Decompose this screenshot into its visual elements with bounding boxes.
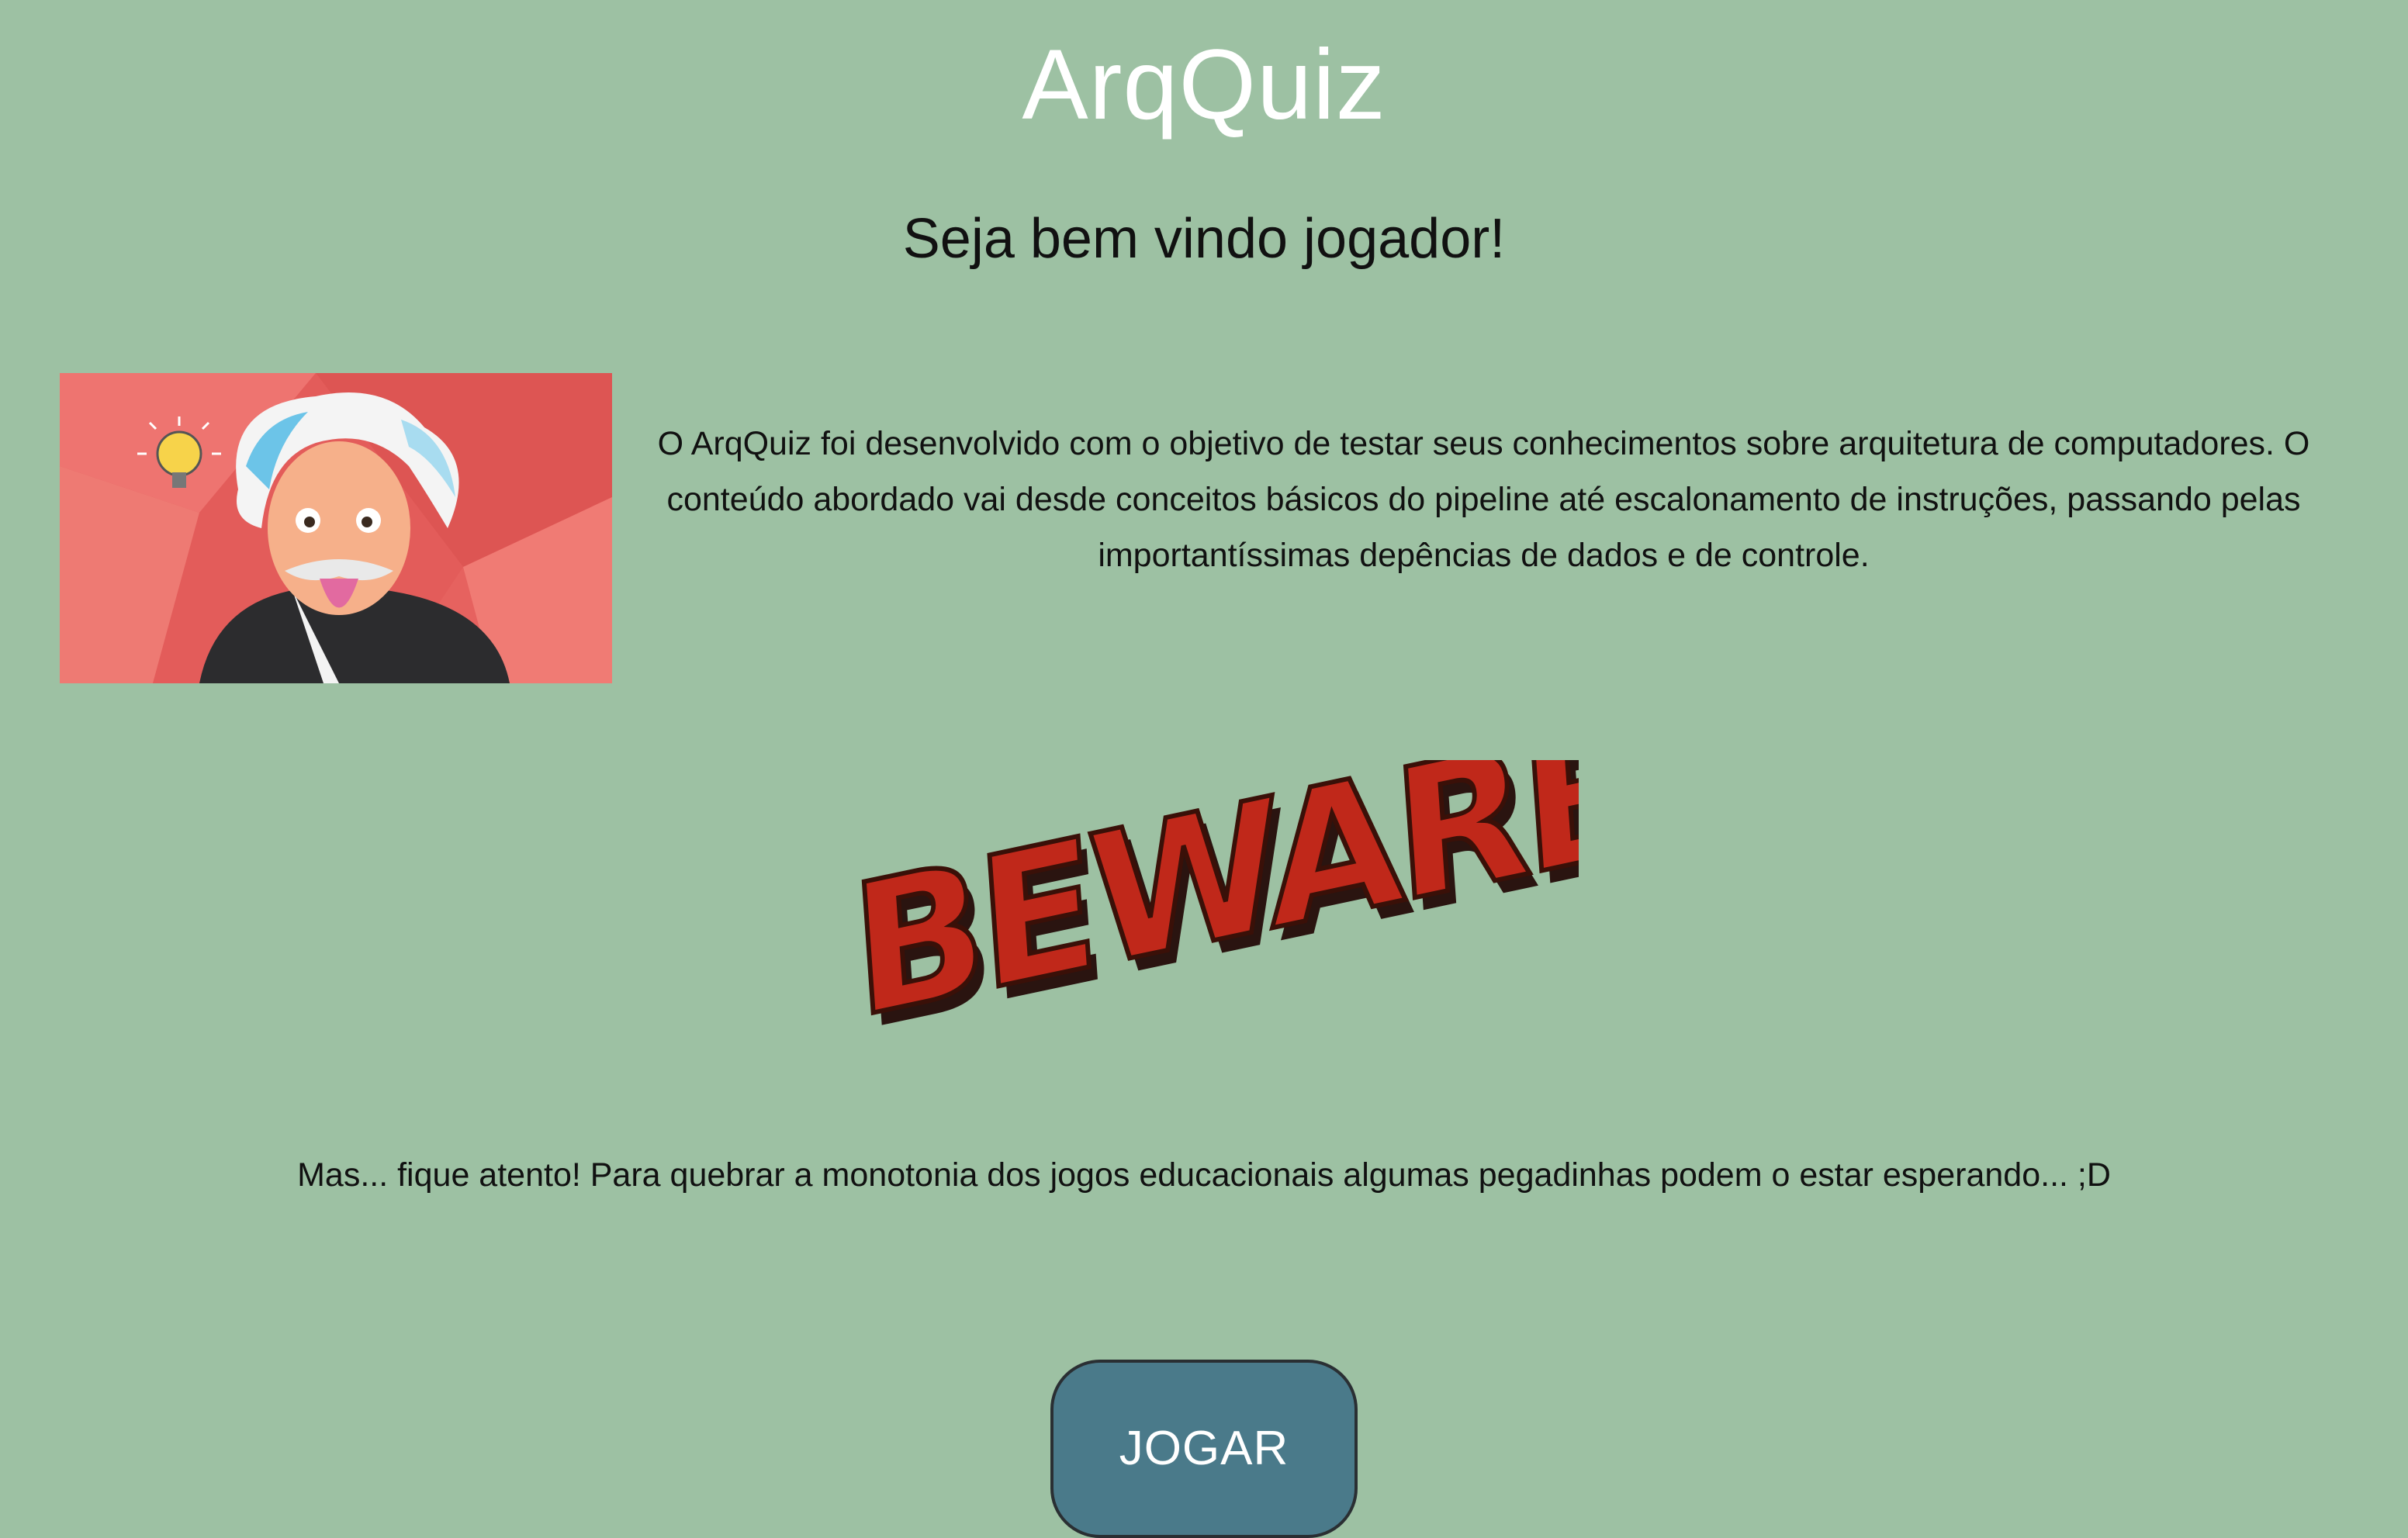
play-button-label: JOGAR bbox=[1119, 1421, 1289, 1475]
play-button[interactable]: JOGAR bbox=[1050, 1360, 1358, 1538]
warning-text: Mas... fique atento! Para quebrar a mono… bbox=[297, 1156, 2111, 1194]
einstein-illustration bbox=[60, 373, 612, 683]
beware-graphic: BEWARE... BEWARE... bbox=[834, 643, 1825, 1086]
intro-paragraph: O ArqQuiz foi desenvolvido com o objetiv… bbox=[657, 425, 2310, 574]
page-title: ArqQuiz bbox=[1022, 29, 1386, 140]
beware-text-front: BEWARE... bbox=[846, 760, 1579, 1059]
welcome-subtitle: Seja bem vindo jogador! bbox=[902, 208, 1506, 270]
